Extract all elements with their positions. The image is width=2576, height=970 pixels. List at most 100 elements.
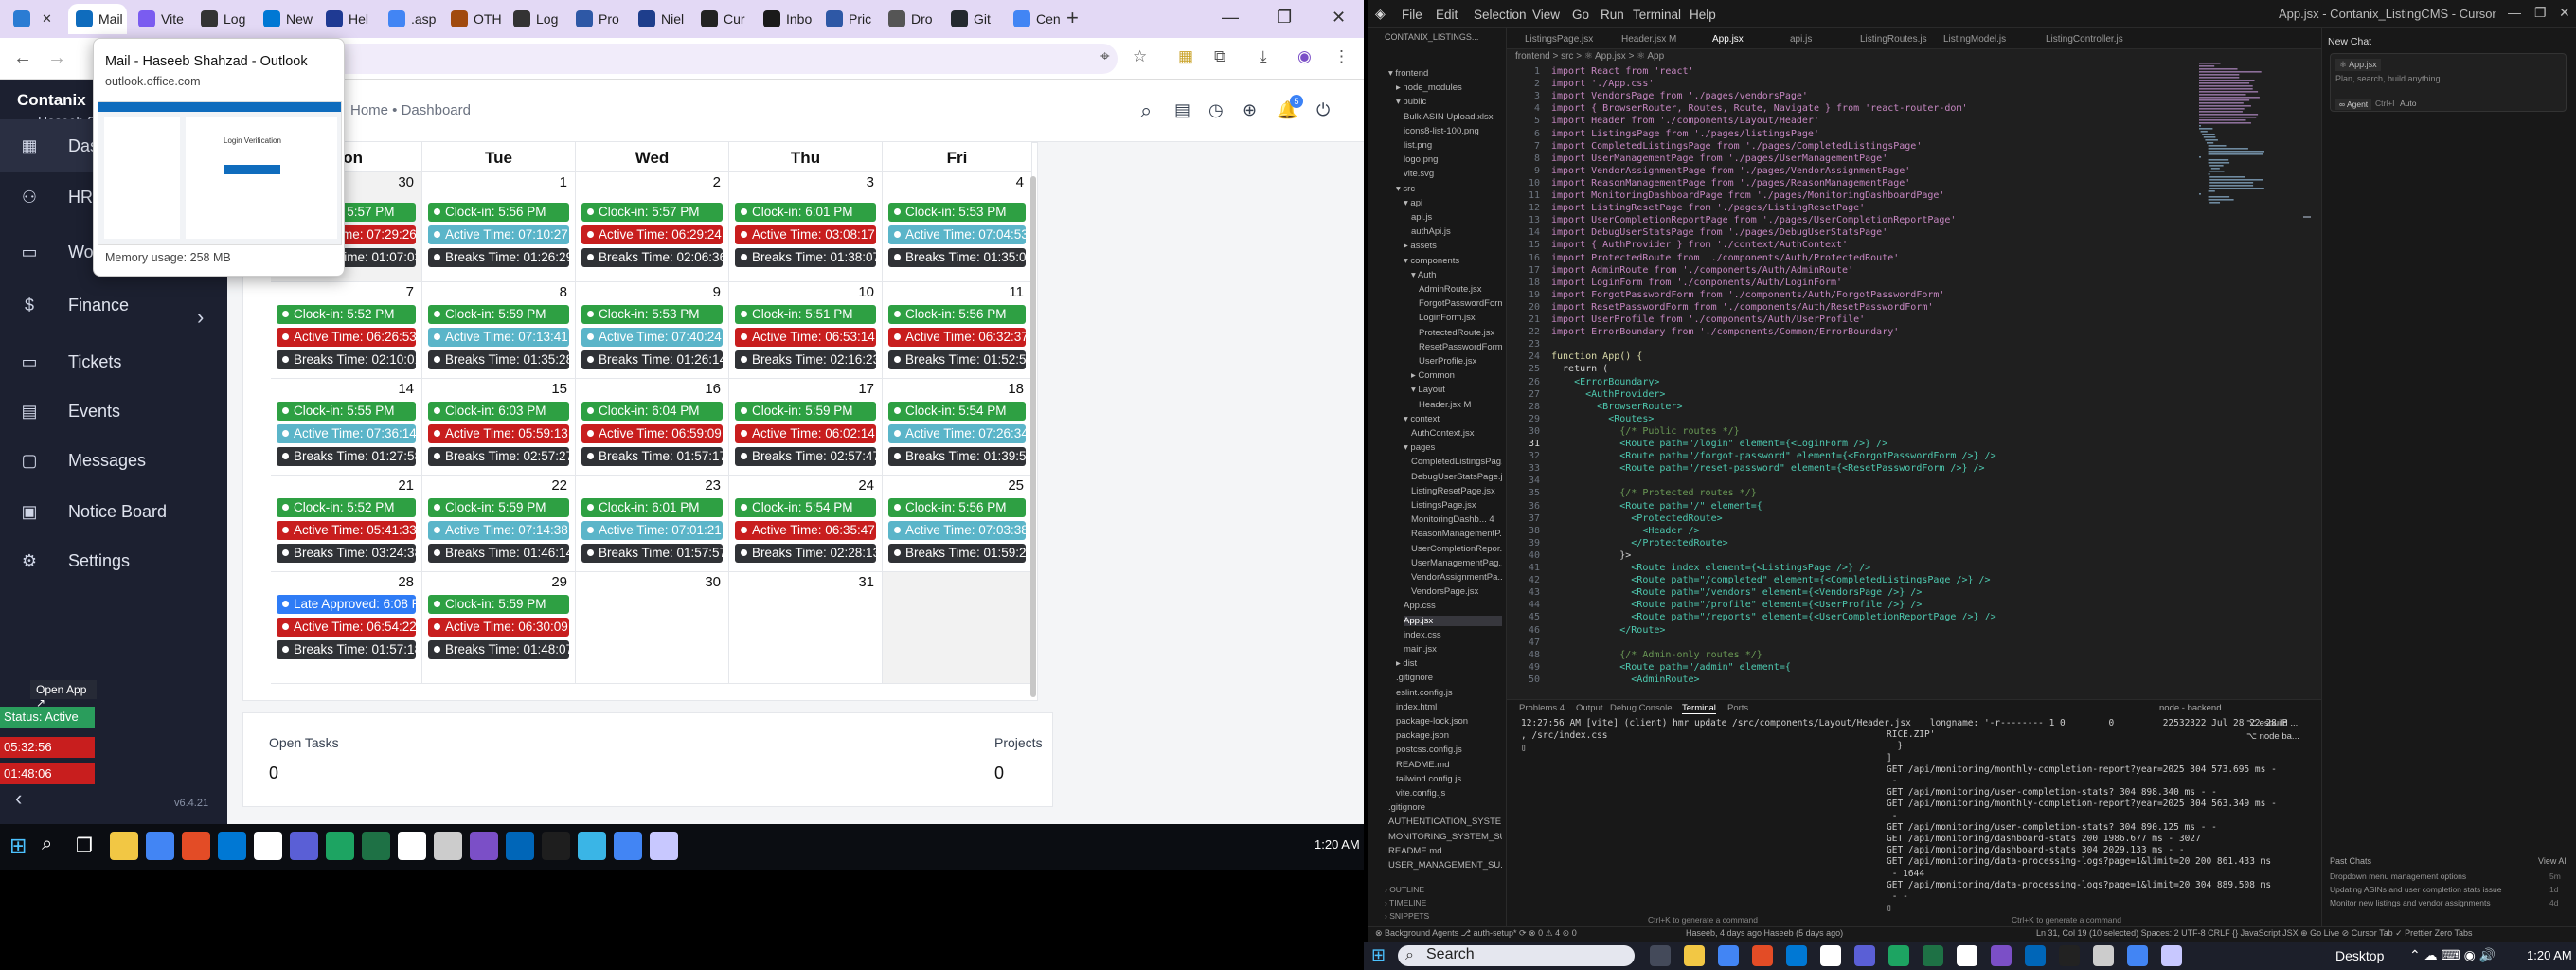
attendance-event[interactable]: Clock-in: 5:52 PM [277,498,416,517]
attendance-event[interactable]: Active Time: 06:02:14 [735,424,876,443]
attendance-event[interactable]: Breaks Time: 01:35:28 [428,350,569,369]
attendance-event[interactable]: Active Time: 06:32:37 [888,328,1026,347]
collapse-sidebar-icon[interactable]: ‹ [15,786,22,811]
taskbar-app-icon[interactable] [1684,945,1705,966]
attendance-event[interactable]: Active Time: 03:08:17 [735,225,876,244]
file-tree-item[interactable]: VendorsPage.jsx [1411,586,1502,597]
panel-tab[interactable]: Terminal [1682,703,1716,714]
attendance-event[interactable]: Clock-in: 6:01 PM [581,498,723,517]
calendar-day-cell[interactable]: 4 Clock-in: 5:53 PM Active Time: 07:04:53 B… [883,172,1032,282]
attendance-event[interactable]: Breaks Time: 01:38:07 [735,248,876,267]
attendance-event[interactable]: Active Time: 05:41:33 [277,521,416,540]
file-tree-item[interactable]: ForgotPasswordForm... [1419,298,1502,309]
editor-tab[interactable]: ListingModel.js [1943,34,2006,45]
attendance-event[interactable]: Breaks Time: 01:57:57 [581,544,723,563]
taskbar-app-icon[interactable] [2161,945,2182,966]
terminal-session-node[interactable]: ⌥ node ba... [2246,731,2299,742]
taskbar-app-icon[interactable] [1786,945,1807,966]
clock-icon[interactable]: ◷ [1208,100,1224,120]
calendar-day-cell[interactable]: 16 Clock-in: 6:04 PM Active Time: 06:59:09… [576,379,729,476]
attendance-event[interactable]: Active Time: 06:59:09 [581,424,723,443]
calendar-day-cell[interactable]: 22 Clock-in: 5:59 PM Active Time: 07:14:38… [422,476,576,572]
browser-tab[interactable]: OTH [443,4,502,34]
menu-selection[interactable]: Selection [1474,8,1527,22]
file-tree-item[interactable]: USER_MANAGEMENT_SU... [1388,860,1502,871]
file-tree-item[interactable]: App.css [1404,601,1502,611]
menu-edit[interactable]: Edit [1436,8,1458,22]
file-tree-item[interactable]: MonitoringDashb... 4 [1411,514,1502,525]
taskbar-search-box[interactable]: Search [1398,945,1635,966]
editor-tab[interactable]: Header.jsx M [1621,34,1676,45]
attendance-event[interactable]: Clock-in: 5:59 PM [428,305,569,324]
menu-go[interactable]: Go [1572,8,1589,22]
calendar-day-cell[interactable]: 18 Clock-in: 5:54 PM Active Time: 07:26:34… [883,379,1032,476]
file-tree-item[interactable]: vite.config.js [1396,788,1502,799]
attendance-event[interactable]: Clock-in: 5:52 PM [277,305,416,324]
file-tree-item[interactable]: ▾ context [1404,414,1502,424]
taskbar-app-icon[interactable] [470,832,498,860]
status-blame[interactable]: Haseeb, 4 days ago Haseeb (5 days ago) [1686,928,1843,938]
browser-tab[interactable]: New [256,4,314,34]
file-tree-item[interactable]: .gitignore [1396,673,1502,683]
file-tree-item[interactable]: README.md [1388,846,1502,856]
view-all-link[interactable]: View All [2538,856,2567,866]
file-tree-item[interactable]: vite.svg [1404,169,1502,179]
file-tree-item[interactable]: package.json [1396,730,1502,741]
file-tree-item[interactable]: AuthContext.jsx [1411,428,1502,439]
file-tree-item[interactable]: ListingResetPage.jsx [1411,486,1502,496]
panel-tab[interactable]: Ports [1727,703,1748,713]
file-tree-item[interactable]: postcss.config.js [1396,745,1502,755]
file-tree-item[interactable]: ▸ dist [1396,658,1502,669]
menu-run[interactable]: Run [1601,8,1624,22]
file-tree-item[interactable]: ▾ pages [1404,442,1502,453]
calendar-day-cell[interactable]: 14 Clock-in: 5:55 PM Active Time: 07:36:14… [271,379,422,476]
windows-start-icon[interactable]: ⊞ [9,834,27,858]
menu-terminal[interactable]: Terminal [1633,8,1681,22]
attendance-event[interactable]: Clock-in: 5:55 PM [277,402,416,421]
profile-icon[interactable]: ◉ [1297,47,1312,66]
file-tree-item[interactable]: ▾ Layout [1411,385,1502,395]
status-right[interactable]: Ln 31, Col 19 (10 selected) Spaces: 2 UT… [2036,928,2473,939]
attendance-event[interactable]: Breaks Time: 01:52:53 [888,350,1026,369]
taskbar-app-icon[interactable] [2127,945,2148,966]
attendance-event[interactable]: Clock-in: 5:56 PM [888,498,1026,517]
file-tree-item[interactable]: UserCompletionRepor... [1411,544,1502,554]
panel-tab[interactable]: Debug Console [1610,703,1673,713]
calendar-day-cell[interactable]: 8 Clock-in: 5:59 PM Active Time: 07:13:41 B… [422,282,576,379]
calendar-scrollbar[interactable] [1030,176,1036,697]
calendar-day-cell[interactable]: 30 [576,572,729,684]
file-tree-item[interactable]: ▸ node_modules [1396,82,1502,93]
taskbar-app-icon[interactable] [1854,945,1875,966]
file-tree-item[interactable]: authApi.js [1411,226,1502,237]
attendance-event[interactable]: Clock-in: 5:59 PM [428,498,569,517]
desktop-label[interactable]: Desktop [2335,948,2384,963]
panel-tab[interactable]: Problems 4 [1519,703,1565,713]
attendance-event[interactable]: Clock-in: 5:59 PM [428,595,569,614]
file-tree-item[interactable]: ResetPasswordForm.j... [1419,342,1502,352]
taskbar-app-icon[interactable] [506,832,534,860]
browser-tab[interactable]: Niel [631,4,689,34]
ide-close-icon[interactable]: ✕ [2559,5,2570,21]
file-tree-item[interactable]: ▸ Common [1411,370,1502,381]
sidebar-item-notice-board[interactable]: ▣ Notice Board [0,485,227,538]
file-tree-item[interactable]: ▾ Auth [1411,270,1502,280]
file-tree-item[interactable]: ▾ frontend [1388,68,1502,79]
taskbar-app-icon[interactable] [434,832,462,860]
attendance-event[interactable]: Breaks Time: 02:10:01 [277,350,416,369]
taskbar-app-icon[interactable] [2093,945,2114,966]
file-tree-item[interactable]: UserProfile.jsx [1419,356,1502,367]
file-tree-item[interactable]: tailwind.config.js [1396,774,1502,784]
attendance-event[interactable]: Breaks Time: 01:48:07 [428,640,569,659]
chevron-right-icon[interactable]: › [197,305,204,330]
taskbar-app-icon[interactable] [1650,945,1671,966]
back-icon[interactable]: ← [13,47,32,69]
attendance-event[interactable]: Clock-in: 5:56 PM [428,203,569,222]
list-icon[interactable]: ▤ [1174,100,1190,120]
status-left[interactable]: ⊗ Background Agents ⎇ auth-setup* ⟳ ⊗ 0 … [1375,928,1577,939]
attendance-event[interactable]: Breaks Time: 01:35:01 [888,248,1026,267]
attendance-event[interactable]: Clock-in: 5:53 PM [888,203,1026,222]
attendance-event[interactable]: Active Time: 07:04:53 [888,225,1026,244]
taskbar-app-icon[interactable] [290,832,318,860]
power-icon[interactable]: ⏻ [1316,100,1330,120]
taskbar-app-icon[interactable] [110,832,138,860]
